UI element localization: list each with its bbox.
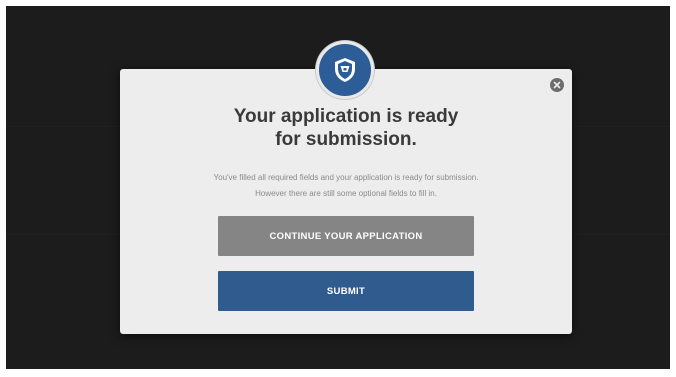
submission-modal: Your application is ready for submission…: [120, 41, 572, 334]
modal-description-line-1: You've filled all required fields and yo…: [213, 173, 479, 182]
submit-button[interactable]: SUBMIT: [218, 271, 474, 311]
modal-title: Your application is ready for submission…: [120, 105, 572, 151]
close-button[interactable]: [550, 78, 564, 92]
modal-title-line-2: for submission.: [275, 129, 417, 150]
modal-description: You've filled all required fields and yo…: [120, 170, 572, 202]
dimmed-backdrop: Your application is ready for submission…: [6, 6, 670, 369]
continue-application-button[interactable]: CONTINUE YOUR APPLICATION: [218, 216, 474, 256]
close-icon: [553, 81, 561, 89]
shield-badge: [316, 41, 374, 99]
modal-title-line-1: Your application is ready: [233, 106, 459, 127]
modal-description-line-2: However there are still some optional fi…: [255, 189, 437, 198]
shield-icon: [335, 58, 355, 82]
